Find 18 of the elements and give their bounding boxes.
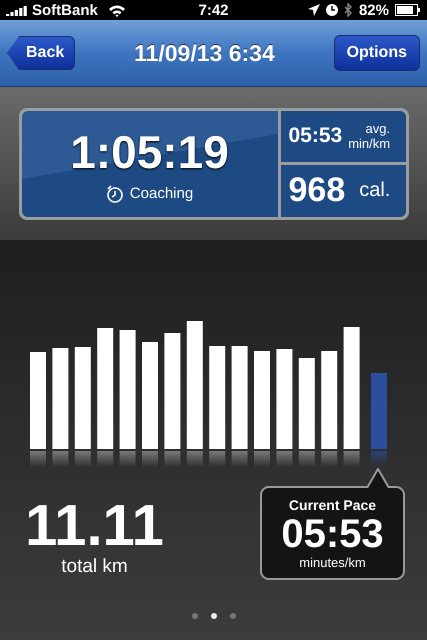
battery-percent: 82%	[358, 2, 389, 18]
avg-label: avg.	[366, 121, 390, 136]
options-button[interactable]: Options	[334, 35, 420, 71]
coaching-label: Coaching	[130, 185, 194, 202]
duration: 1:05:19	[70, 124, 229, 178]
pace-unit: min/km	[348, 136, 390, 152]
avg-pace: 05:53	[288, 124, 342, 148]
current-pace-title: Current Pace	[288, 496, 376, 512]
distance-unit: total km	[61, 556, 128, 578]
current-pace-value: 05:53	[281, 512, 384, 554]
carrier-name: SoftBank	[32, 2, 98, 18]
back-button[interactable]: Back	[7, 36, 76, 70]
status-time: 7:42	[198, 2, 229, 18]
distance-value: 11.11	[25, 496, 164, 556]
calories: 968	[288, 171, 346, 210]
current-pace-unit: minutes/km	[299, 554, 366, 570]
nav-title: 11/09/13 6:34	[134, 40, 275, 66]
calories-unit: cal.	[359, 179, 390, 202]
